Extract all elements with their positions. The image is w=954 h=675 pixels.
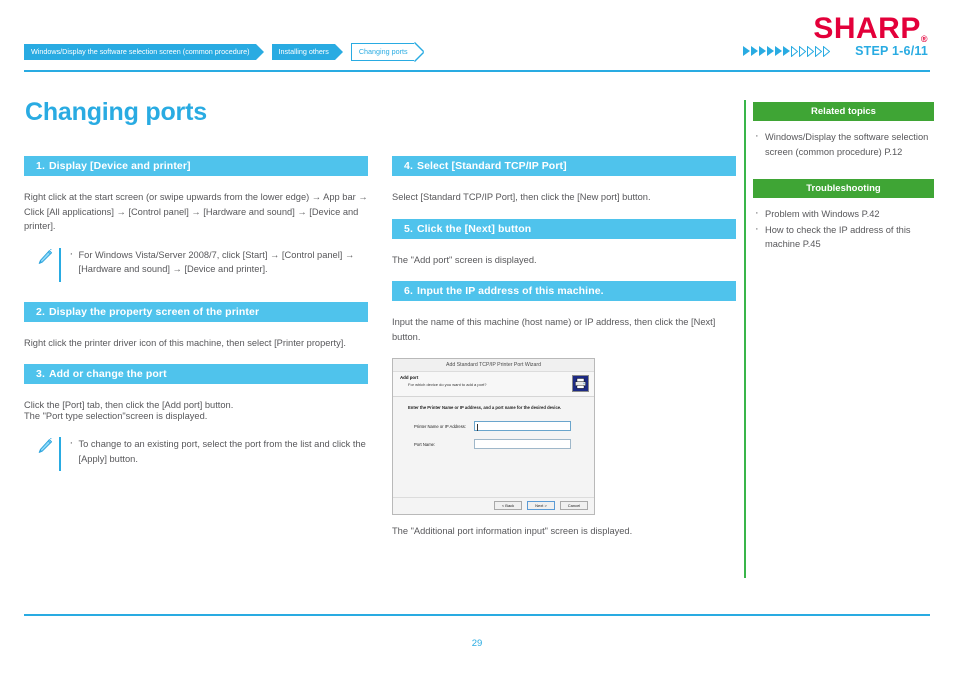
step-triangle-filled-2	[751, 46, 759, 56]
step-1-note: For Windows Vista/Server 2008/7, click […	[36, 247, 369, 282]
sharp-logo-text: SHARP	[813, 12, 921, 45]
content-column-left: 1. Display [Device and printer] Right cli…	[24, 156, 368, 491]
wizard-port-name-label: Port Name:	[414, 441, 436, 447]
step-6-title: Input the IP address of this machine.	[416, 285, 604, 297]
wizard-cancel-button[interactable]: Cancel	[560, 501, 588, 510]
wizard-printer-name-label: Printer Name or IP Address:	[414, 423, 467, 429]
wizard-prompt: Enter the Printer Name or IP address, an…	[408, 405, 562, 410]
step-4-paragraph: Select [Standard TCP/IP Port], then clic…	[392, 192, 651, 202]
step-triangle-filled-1	[743, 46, 751, 56]
page-header: SHARP® Windows/Display the software sele…	[0, 0, 954, 80]
wizard-next-button[interactable]: Next >	[527, 501, 555, 510]
step-3-note: To change to an existing port, select th…	[36, 436, 369, 471]
breadcrumb-item-2[interactable]: Installing others	[271, 44, 344, 60]
step-2-title: Display the property screen of the print…	[48, 305, 260, 318]
step-5-paragraph: The "Add port" screen is displayed.	[392, 254, 537, 265]
breadcrumb: Windows/Display the software selection s…	[24, 43, 430, 61]
step-triangle-filled-3	[759, 46, 767, 56]
step-5-number: 5.	[404, 222, 413, 235]
page-title: Changing ports	[25, 98, 207, 126]
footer-divider	[24, 614, 930, 616]
troubleshooting-item[interactable]: How to check the IP address of this mach…	[753, 222, 934, 252]
note-accent-bar	[59, 437, 61, 471]
step-4-heading: 4. Select [Standard TCP/IP Port]	[392, 156, 736, 176]
step-1-number: 1.	[36, 160, 45, 172]
sidebar-divider	[744, 100, 746, 578]
step-2-number: 2.	[36, 305, 45, 318]
step-triangle-empty-2	[799, 45, 807, 57]
step-1-note-item: For Windows Vista/Server 2008/7, click […	[70, 247, 369, 277]
breadcrumb-item-1-label: Windows/Display the software selection s…	[31, 47, 250, 56]
step-5-title: Click the [Next] button	[416, 222, 532, 235]
step-6-number: 6.	[404, 285, 413, 297]
wizard-port-name-row: Port Name:	[414, 439, 587, 449]
breadcrumb-item-3[interactable]: Changing ports	[350, 43, 414, 61]
step-6-caption: The "Additional port information input" …	[392, 526, 633, 536]
sidebar: Related topics Windows/Display the softw…	[753, 102, 934, 272]
step-2-paragraph: Right click the printer driver icon of t…	[24, 337, 346, 348]
step-triangle-empty-3	[807, 45, 815, 57]
step-1-note-body: For Windows Vista/Server 2008/7, click […	[70, 247, 369, 277]
step-3-note-item: To change to an existing port, select th…	[70, 436, 369, 466]
wizard-back-button[interactable]: < Back	[494, 501, 522, 510]
content-column-middle: 4. Select [Standard TCP/IP Port] Select […	[392, 156, 736, 553]
step-6-paragraph: Input the name of this machine (host nam…	[392, 317, 716, 342]
wizard-banner: Add port For which device do you want to…	[393, 372, 594, 397]
breadcrumb-item-3-label: Changing ports	[358, 47, 408, 56]
add-port-wizard-screenshot: Add Standard TCP/IP Printer Port Wizard …	[392, 358, 595, 515]
step-triangle-empty-1	[791, 45, 799, 57]
step-3-heading: 3. Add or change the port	[24, 364, 368, 384]
step-3-title: Add or change the port	[48, 368, 167, 380]
step-5-heading: 5. Click the [Next] button	[392, 218, 736, 239]
troubleshooting-heading: Troubleshooting	[753, 179, 934, 198]
wizard-printer-name-row: Printer Name or IP Address:	[414, 421, 587, 431]
step-indicator: STEP 1-6/11	[743, 44, 928, 58]
step-3-paragraph-2: The "Port type selection"screen is displ…	[24, 410, 208, 421]
registered-mark: ®	[920, 34, 928, 44]
wizard-port-name-input[interactable]	[474, 439, 571, 449]
step-6-heading: 6. Input the IP address of this machine.	[392, 281, 736, 301]
sharp-logo: SHARP®	[813, 12, 928, 46]
breadcrumb-item-1[interactable]: Windows/Display the software selection s…	[24, 44, 264, 60]
step-triangle-filled-6	[783, 46, 791, 56]
step-2-heading: 2. Display the property screen of the pri…	[24, 301, 368, 322]
step-4-title: Select [Standard TCP/IP Port]	[416, 160, 567, 172]
step-triangle-filled-4	[767, 46, 775, 56]
wizard-titlebar: Add Standard TCP/IP Printer Port Wizard	[393, 359, 594, 372]
step-4-number: 4.	[404, 160, 413, 172]
step-1-heading: 1. Display [Device and printer]	[24, 156, 368, 176]
wizard-content: Enter the Printer Name or IP address, an…	[393, 397, 594, 497]
pencil-icon	[36, 437, 56, 460]
breadcrumb-item-2-label: Installing others	[278, 47, 329, 56]
header-divider	[24, 70, 930, 72]
related-topics-heading: Related topics	[753, 102, 934, 121]
step-1-title: Display [Device and printer]	[48, 160, 191, 172]
pencil-icon	[36, 248, 56, 271]
page-number: 29	[471, 638, 483, 649]
step-progress-triangles	[743, 45, 831, 57]
troubleshooting-list: Problem with Windows P.42 How to check t…	[753, 206, 934, 252]
step-triangle-filled-5	[775, 46, 783, 56]
wizard-printer-name-input[interactable]	[474, 421, 571, 431]
step-triangle-empty-4	[815, 45, 823, 57]
step-triangle-empty-5	[823, 45, 831, 57]
step-3-note-body: To change to an existing port, select th…	[70, 436, 369, 466]
note-accent-bar	[59, 247, 61, 282]
printer-icon	[572, 375, 589, 392]
wizard-footer: < Back Next > Cancel	[393, 497, 594, 514]
step-1-paragraph: Right click at the start screen (or swip…	[24, 192, 368, 231]
step-3-number: 3.	[36, 368, 45, 380]
troubleshooting-item[interactable]: Problem with Windows P.42	[753, 206, 934, 222]
wizard-banner-title: Add port	[400, 375, 419, 380]
related-topics-item[interactable]: Windows/Display the software selection s…	[753, 129, 934, 159]
related-topics-list: Windows/Display the software selection s…	[753, 129, 934, 159]
step-counter-label: STEP 1-6/11	[855, 44, 928, 58]
wizard-banner-subtitle: For which device do you want to add a po…	[408, 382, 487, 387]
